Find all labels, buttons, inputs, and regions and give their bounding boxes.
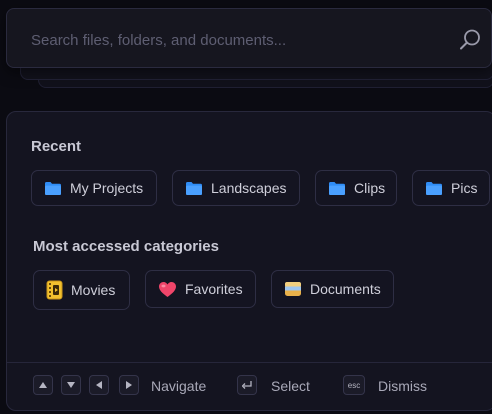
movie-film-icon <box>46 280 63 300</box>
heart-icon <box>158 281 177 298</box>
recent-item-label: Pics <box>451 180 478 196</box>
folder-icon <box>185 181 203 196</box>
recent-item-my-projects[interactable]: My Projects <box>31 170 157 206</box>
recent-item-label: My Projects <box>70 180 144 196</box>
shortcut-footer: Navigate Select esc Dismiss <box>7 362 492 411</box>
recent-item-landscapes[interactable]: Landscapes <box>172 170 300 206</box>
category-item-documents[interactable]: Documents <box>271 270 394 308</box>
recent-item-clips[interactable]: Clips <box>315 170 397 206</box>
arrow-right-key <box>119 375 139 395</box>
recent-item-label: Clips <box>354 180 386 196</box>
categories-section-title: Most accessed categories <box>33 238 219 255</box>
folder-icon <box>44 181 62 196</box>
category-item-label: Documents <box>310 281 381 297</box>
recent-item-pics[interactable]: Pics <box>412 170 490 206</box>
search-input[interactable] <box>31 27 431 53</box>
dismiss-label: Dismiss <box>378 378 427 394</box>
category-item-label: Favorites <box>185 281 243 297</box>
recent-item-label: Landscapes <box>211 180 287 196</box>
command-palette: Recent My Projects Landscapes Clips Pics <box>0 0 492 414</box>
folder-icon <box>425 181 443 196</box>
recent-section-title: Recent <box>31 138 82 155</box>
esc-key: esc <box>343 375 365 395</box>
search-icon[interactable] <box>457 27 483 53</box>
category-item-label: Movies <box>71 282 116 298</box>
enter-key <box>237 375 257 395</box>
results-panel: Recent My Projects Landscapes Clips Pics <box>6 111 492 411</box>
arrow-up-key <box>33 375 53 395</box>
arrow-down-key <box>61 375 81 395</box>
category-item-movies[interactable]: Movies <box>33 270 130 310</box>
arrow-left-key <box>89 375 109 395</box>
search-bar <box>6 8 492 68</box>
category-item-favorites[interactable]: Favorites <box>145 270 256 308</box>
select-label: Select <box>271 378 310 394</box>
folder-icon <box>328 181 346 196</box>
navigate-label: Navigate <box>151 378 207 394</box>
document-box-icon <box>284 281 302 297</box>
